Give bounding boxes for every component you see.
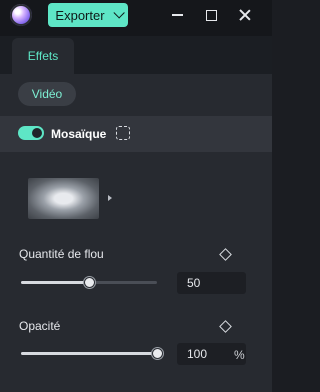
opacity-slider[interactable] <box>21 352 157 355</box>
subtab-video[interactable]: Vidéo <box>18 82 76 106</box>
minimize-button[interactable] <box>160 0 194 30</box>
opacity-value: 100 <box>187 347 208 361</box>
export-button[interactable]: Exporter <box>48 3 128 27</box>
toggle-knob <box>32 128 42 138</box>
close-button[interactable] <box>228 0 262 30</box>
export-button-label: Exporter <box>55 7 105 23</box>
blur-slider-handle[interactable] <box>83 277 95 288</box>
caret-right-icon[interactable] <box>108 195 112 201</box>
tab-effets[interactable]: Effets <box>12 38 74 74</box>
blur-value-input[interactable]: 50 <box>177 272 246 294</box>
mosaic-preview-thumbnail[interactable] <box>28 178 99 219</box>
opacity-slider-handle[interactable] <box>151 348 163 359</box>
effect-toggle[interactable] <box>18 126 44 140</box>
blur-slider-fill <box>21 281 89 284</box>
opacity-unit: % <box>234 348 245 362</box>
app-logo-icon[interactable] <box>10 4 32 26</box>
maximize-button[interactable] <box>194 0 228 30</box>
opacity-slider-fill <box>21 352 157 355</box>
chevron-down-icon <box>113 7 125 19</box>
blur-value: 50 <box>187 276 201 290</box>
close-icon <box>239 9 251 21</box>
maximize-icon <box>205 9 217 21</box>
blur-label: Quantité de flou <box>19 247 104 261</box>
minimize-icon <box>171 14 183 16</box>
opacity-label: Opacité <box>19 319 61 333</box>
effect-name: Mosaïque <box>51 127 107 141</box>
mosaic-dashed-square-icon[interactable] <box>116 126 130 140</box>
